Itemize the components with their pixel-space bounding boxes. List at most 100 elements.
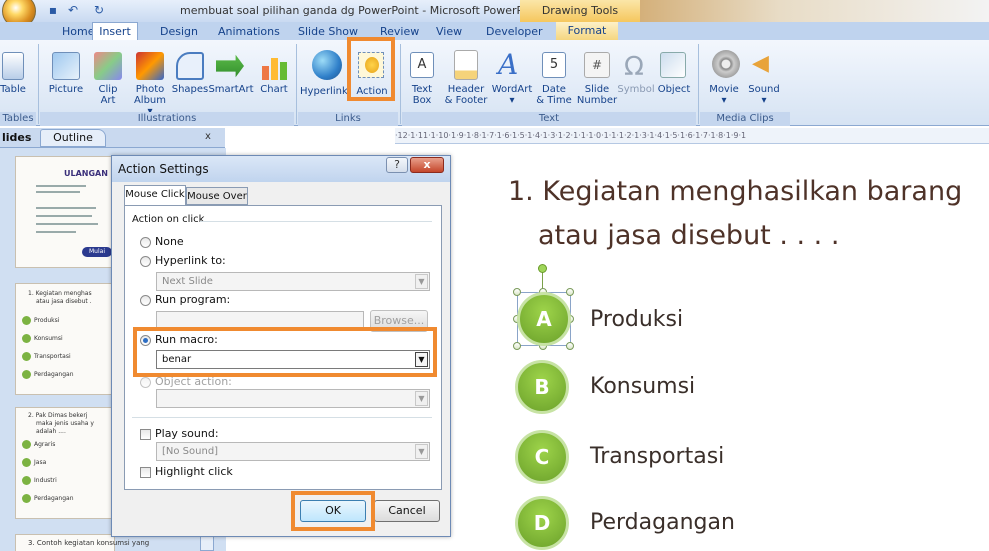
sound-icon[interactable]: ◀ bbox=[752, 52, 776, 76]
thumb-line: 1. Kegiatan menghas bbox=[28, 290, 92, 297]
chevron-down-icon[interactable]: ▼ bbox=[415, 391, 428, 406]
slide-number-icon[interactable]: # bbox=[584, 52, 610, 78]
cancel-button[interactable]: Cancel bbox=[374, 500, 440, 522]
option-c-button[interactable]: C bbox=[515, 430, 569, 484]
object-action-radio[interactable] bbox=[140, 377, 151, 388]
movie-button[interactable]: Movie ▾ bbox=[704, 84, 744, 106]
title-bar-fade bbox=[640, 0, 989, 22]
slide-number-button[interactable]: Slide Number bbox=[574, 84, 620, 106]
thumb-option: Jasa bbox=[34, 459, 47, 466]
question-text[interactable]: 1. Kegiatan menghasilkan barang atau jas… bbox=[508, 170, 962, 258]
sound-button[interactable]: Sound ▾ bbox=[744, 84, 784, 106]
pane-close-button[interactable]: x bbox=[205, 131, 211, 142]
object-icon[interactable] bbox=[660, 52, 686, 78]
thumb-line: adalah .... bbox=[36, 428, 66, 435]
group-label-illustrations: Illustrations bbox=[40, 112, 294, 126]
hyperlink-button[interactable]: Hyperlink bbox=[300, 86, 348, 97]
pane-tab-row bbox=[0, 128, 225, 148]
none-label[interactable]: None bbox=[155, 235, 184, 248]
tab-view[interactable]: View bbox=[436, 24, 462, 40]
resize-handle[interactable] bbox=[566, 342, 574, 350]
thumb-option: Transportasi bbox=[34, 353, 71, 360]
tab-slides[interactable]: lides bbox=[2, 131, 31, 144]
section-divider bbox=[132, 417, 432, 418]
tab-mouse-over[interactable]: Mouse Over bbox=[186, 187, 248, 205]
run-program-label[interactable]: Run program: bbox=[155, 293, 230, 306]
hyperlink-icon[interactable] bbox=[312, 50, 342, 80]
ok-highlight-box bbox=[291, 491, 375, 531]
option-b-button[interactable]: B bbox=[515, 360, 569, 414]
contextual-drawing-tools: Drawing Tools bbox=[520, 0, 640, 22]
clip-art-button[interactable]: Clip Art bbox=[92, 84, 124, 106]
slide-thumbnail-4[interactable]: 3. Contoh kegiatan konsumsi yang bbox=[15, 534, 149, 551]
thumb-option: Industri bbox=[34, 477, 57, 484]
window-title: membuat soal pilihan ganda dg PowerPoint… bbox=[180, 4, 544, 17]
rotation-handle[interactable] bbox=[538, 264, 547, 273]
wordart-icon[interactable]: A bbox=[498, 48, 518, 81]
tab-developer[interactable]: Developer bbox=[486, 24, 543, 40]
redo-icon[interactable]: ↻ bbox=[92, 3, 106, 17]
dialog-close-button[interactable]: x bbox=[410, 157, 444, 173]
group-label-media-clips: Media Clips bbox=[700, 112, 790, 126]
text-box-icon[interactable]: A bbox=[410, 52, 434, 78]
smartart-button[interactable]: SmartArt bbox=[206, 84, 256, 95]
resize-handle[interactable] bbox=[513, 288, 521, 296]
object-action-select[interactable] bbox=[156, 389, 430, 408]
option-a-label: Produksi bbox=[590, 307, 684, 332]
play-sound-label[interactable]: Play sound: bbox=[155, 427, 219, 440]
tab-insert[interactable]: Insert bbox=[92, 22, 138, 41]
date-time-icon[interactable]: 5 bbox=[542, 52, 566, 78]
object-button[interactable]: Object bbox=[654, 84, 694, 95]
thumb-start-button: Mulai bbox=[82, 247, 112, 257]
resize-handle[interactable] bbox=[513, 342, 521, 350]
picture-icon[interactable] bbox=[52, 52, 80, 80]
symbol-button[interactable]: Symbol bbox=[616, 84, 656, 95]
option-d-button[interactable]: D bbox=[515, 496, 569, 550]
thumb-line: atau jasa disebut . bbox=[36, 298, 92, 305]
chart-icon[interactable] bbox=[262, 54, 288, 80]
movie-icon[interactable] bbox=[712, 50, 740, 78]
resize-handle[interactable] bbox=[566, 288, 574, 296]
table-button[interactable]: Table bbox=[0, 84, 26, 95]
chevron-down-icon[interactable]: ▼ bbox=[415, 274, 428, 289]
shapes-icon[interactable] bbox=[176, 52, 204, 80]
option-a-button[interactable]: A bbox=[517, 292, 571, 346]
chevron-down-icon[interactable]: ▼ bbox=[415, 444, 428, 459]
play-sound-checkbox[interactable] bbox=[140, 429, 151, 440]
hyperlink-to-label[interactable]: Hyperlink to: bbox=[155, 254, 226, 267]
shapes-button[interactable]: Shapes bbox=[170, 84, 210, 95]
slide-thumbnail-2[interactable]: 1. Kegiatan menghas atau jasa disebut . … bbox=[15, 283, 115, 395]
wordart-button[interactable]: WordArt ▾ bbox=[490, 84, 534, 106]
header-footer-icon[interactable] bbox=[454, 50, 478, 80]
symbol-icon[interactable]: Ω bbox=[624, 52, 644, 82]
header-footer-button[interactable]: Header & Footer bbox=[440, 84, 492, 106]
text-box-button[interactable]: Text Box bbox=[404, 84, 440, 106]
photo-album-icon[interactable] bbox=[136, 52, 164, 80]
tab-mouse-click[interactable]: Mouse Click bbox=[124, 185, 186, 205]
tab-design[interactable]: Design bbox=[160, 24, 198, 40]
save-icon[interactable]: ▪ bbox=[46, 3, 60, 17]
run-program-radio[interactable] bbox=[140, 295, 151, 306]
date-time-button[interactable]: Date & Time bbox=[534, 84, 574, 106]
dialog-help-button[interactable]: ? bbox=[386, 157, 408, 173]
undo-icon[interactable]: ↶ bbox=[66, 3, 80, 17]
slide-thumbnail-1[interactable]: ULANGAN Mulai bbox=[15, 156, 115, 268]
highlight-click-checkbox[interactable] bbox=[140, 467, 151, 478]
tab-outline[interactable]: Outline bbox=[40, 129, 106, 147]
chart-button[interactable]: Chart bbox=[256, 84, 292, 95]
tab-format[interactable]: Format bbox=[556, 22, 618, 40]
thumb-option: Konsumsi bbox=[34, 335, 63, 342]
group-separator bbox=[400, 44, 401, 124]
tab-home[interactable]: Home bbox=[62, 24, 94, 40]
tab-animations[interactable]: Animations bbox=[218, 24, 280, 40]
hyperlink-radio[interactable] bbox=[140, 256, 151, 267]
none-radio[interactable] bbox=[140, 237, 151, 248]
picture-button[interactable]: Picture bbox=[46, 84, 86, 95]
table-icon[interactable] bbox=[2, 52, 24, 80]
sound-select[interactable]: [No Sound] bbox=[156, 442, 430, 461]
clip-art-icon[interactable] bbox=[94, 52, 122, 80]
slide-thumbnail-3[interactable]: 2. Pak Dimas bekerj maka jenis usaha y a… bbox=[15, 407, 115, 519]
hyperlink-select[interactable]: Next Slide bbox=[156, 272, 430, 291]
highlight-click-label[interactable]: Highlight click bbox=[155, 465, 233, 478]
thumb-line: 2. Pak Dimas bekerj bbox=[28, 412, 88, 419]
